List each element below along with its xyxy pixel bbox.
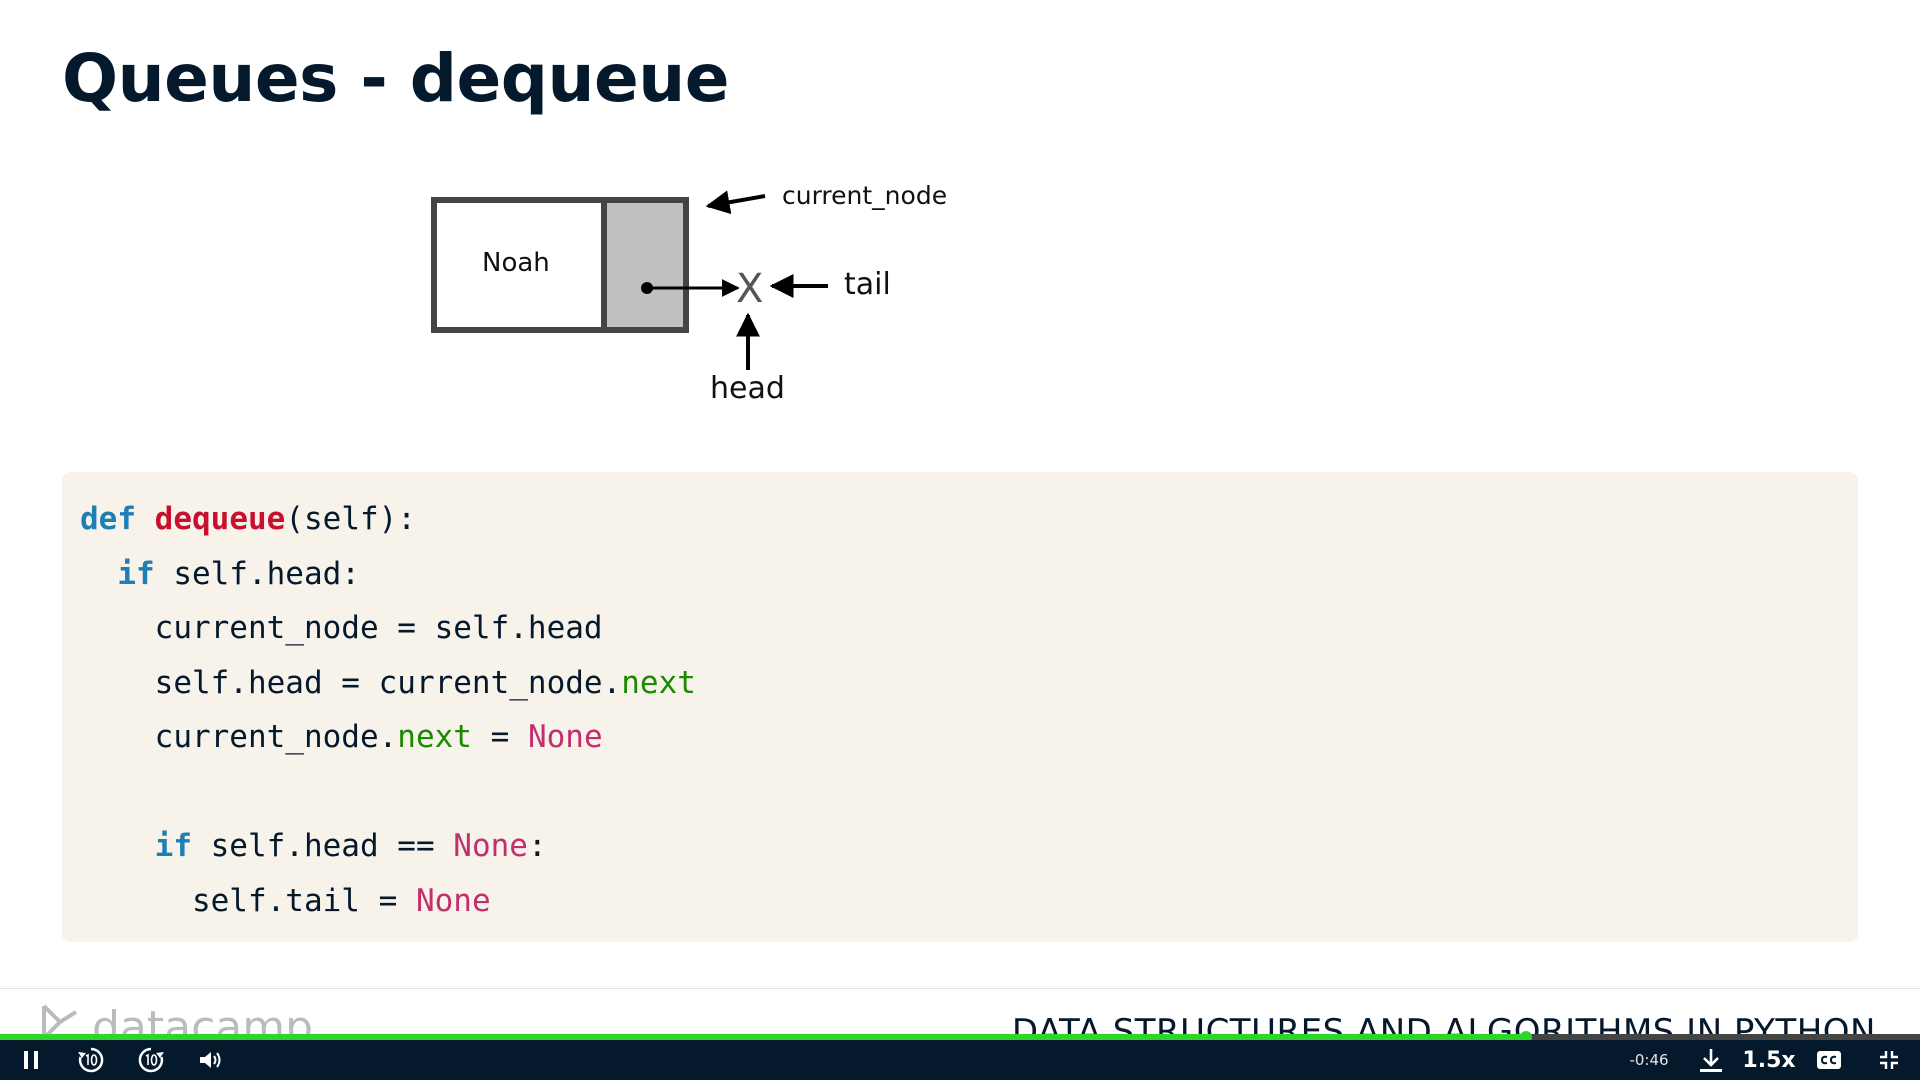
code-line: if self.head == None: [80,819,1858,874]
null-marker: X [736,266,763,312]
code-text: (self): [285,501,416,537]
pause-button[interactable] [14,1040,48,1080]
current-node-arrow [705,190,766,215]
forward-10-button[interactable] [132,1040,170,1080]
forward-10-icon [138,1047,164,1073]
code-constant: None [453,828,528,864]
code-keyword: def [80,501,136,537]
footer-logo: datacamp [40,1002,340,1038]
playback-speed-button[interactable]: 1.5x [1742,1040,1796,1080]
node-pointer-cell [601,197,689,333]
code-line: self.head = current_node.next [80,656,1858,711]
exit-fullscreen-icon [1880,1051,1898,1069]
code-text: self.head = current_node. [154,664,622,701]
code-function-name: dequeue [154,501,286,537]
code-constant: None [527,719,603,755]
slide: Queues - dequeue Noah X current_node tai… [0,0,1920,1080]
download-button[interactable] [1694,1040,1728,1080]
code-attribute: next [397,719,472,755]
code-text: self.tail = [191,882,416,919]
datacamp-logo-icon [42,1004,78,1038]
download-icon [1700,1049,1722,1072]
footer-divider [0,988,1920,989]
volume-button[interactable] [194,1040,228,1080]
slide-title: Queues - dequeue [62,40,730,117]
exit-fullscreen-button[interactable] [1872,1040,1906,1080]
tail-label: tail [844,267,891,302]
closed-captions-button[interactable] [1812,1040,1846,1080]
code-block: def dequeue(self): if self.head: current… [62,472,1858,942]
code-line: def dequeue(self): [80,492,1858,547]
time-remaining: -0:46 [1629,1051,1669,1069]
code-line: current_node.next = None [80,710,1858,765]
code-attribute: next [621,664,696,701]
code-line: if self.head: [80,547,1858,602]
rewind-10-icon [78,1047,104,1073]
code-text: current_node. [154,719,398,755]
code-line: current_node = self.head [80,601,1858,656]
head-label: head [710,371,785,406]
rewind-10-button[interactable] [72,1040,110,1080]
code-text: self.head: [154,555,360,592]
code-text: : [527,828,547,864]
node-value-label: Noah [482,248,550,278]
code-text: current_node = self.head [154,610,603,646]
code-keyword: if [154,828,192,864]
current-node-label: current_node [782,181,947,210]
pause-icon [24,1051,38,1069]
code-line: self.tail = None [80,874,1858,929]
code-keyword: if [117,555,155,592]
code-constant: None [415,882,491,919]
volume-icon [200,1052,221,1068]
closed-captions-icon [1817,1051,1841,1069]
code-text: self.head == [191,828,454,864]
code-text: = [471,719,528,755]
linked-list-diagram: Noah X current_node tail head [431,181,947,406]
player-controls: -0:46 1.5x [0,1040,1920,1080]
